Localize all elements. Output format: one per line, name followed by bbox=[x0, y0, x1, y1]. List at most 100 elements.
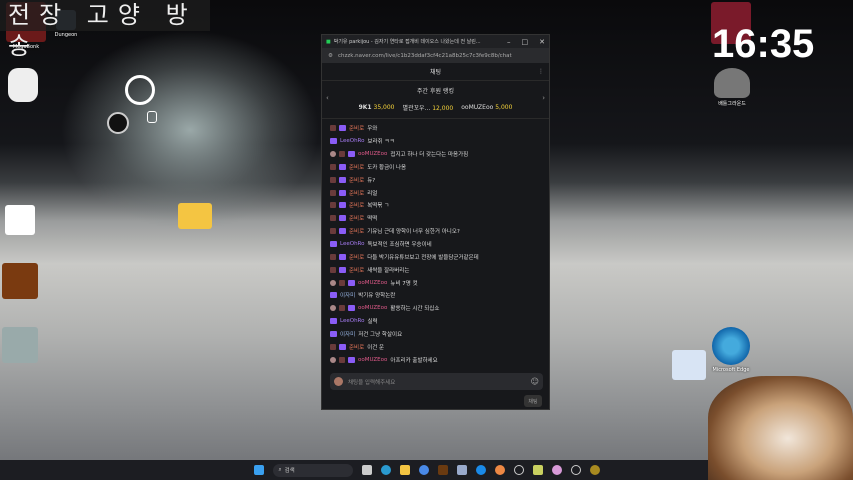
desktop-icon-app[interactable] bbox=[0, 205, 46, 235]
chat-message: ooMUZEoo 접지고 하나 더 갖는다는 마음가짐 bbox=[330, 148, 545, 161]
chat-text: 새싹을 잘라버리는 bbox=[367, 267, 410, 274]
chat-message: 준비로 우와 bbox=[330, 122, 545, 135]
chat-username[interactable]: LeeOhRo bbox=[340, 138, 365, 144]
more-icon[interactable]: ⋮ bbox=[538, 68, 544, 75]
send-button[interactable]: 채팅 bbox=[524, 395, 542, 407]
steam-icon[interactable] bbox=[456, 465, 467, 475]
app-icon[interactable] bbox=[418, 465, 429, 475]
photos-icon[interactable] bbox=[672, 350, 706, 380]
app-icon: ■ bbox=[326, 38, 331, 45]
desktop-icon-app[interactable] bbox=[0, 263, 46, 299]
app-icon[interactable] bbox=[437, 465, 448, 475]
search-icon: ⌕ bbox=[278, 466, 282, 473]
app-icon[interactable] bbox=[475, 465, 486, 475]
chat-username[interactable]: 이자미 bbox=[340, 291, 355, 299]
chat-username[interactable]: 준비로 bbox=[349, 227, 364, 235]
chat-message: LeeOhRo 독보적인 조심하면 우승이네 bbox=[330, 238, 545, 251]
chat-message: ooMUZEoo 아프리카 출발하세요 bbox=[330, 353, 545, 366]
app-icon[interactable] bbox=[551, 465, 562, 475]
chat-username[interactable]: LeeOhRo bbox=[340, 241, 365, 247]
chat-text: 박기유 양학논란 bbox=[358, 293, 396, 300]
file-explorer-icon[interactable] bbox=[399, 465, 410, 475]
chat-username[interactable]: 준비로 bbox=[349, 214, 364, 222]
chat-message: 준비로 새싹을 잘라버리는 bbox=[330, 263, 545, 276]
ranking-entry: 9K1 35,000 bbox=[358, 104, 395, 111]
url: chzzk.naver.com/live/c1b23ddaf3cf4c21a8b… bbox=[337, 52, 512, 59]
chat-title: 채팅 bbox=[429, 69, 442, 76]
chat-username[interactable]: ooMUZEoo bbox=[358, 280, 387, 286]
chat-message: 준비로 리얼 bbox=[330, 186, 545, 199]
chat-username[interactable]: 준비로 bbox=[349, 343, 364, 351]
task-view-icon[interactable] bbox=[361, 465, 372, 475]
chat-window: ■ 박기유 parkijou - 김자기 연타로 접개비 데이오스 나왔는데 전… bbox=[321, 34, 550, 410]
stream-title-overlay: 전장 고양 방송 bbox=[0, 0, 210, 60]
chat-username[interactable]: ooMUZEoo bbox=[358, 305, 387, 311]
desktop-icon-pubg[interactable]: 배틀그라운드 bbox=[706, 68, 758, 107]
chat-username[interactable]: 준비로 bbox=[349, 176, 364, 184]
donor-badge-icon bbox=[330, 279, 336, 286]
chat-username[interactable]: 이자미 bbox=[340, 330, 355, 338]
subscriber-badge-icon bbox=[330, 176, 336, 183]
heart-badge-icon bbox=[339, 215, 346, 222]
edge-icon bbox=[712, 327, 750, 365]
maximize-button[interactable]: □ bbox=[522, 38, 529, 46]
chat-message: 준비로 기유님 근데 양학이 너무 심한거 아니오? bbox=[330, 225, 545, 238]
desktop-icon-music[interactable] bbox=[0, 68, 49, 102]
chevron-left-icon[interactable]: ‹ bbox=[326, 94, 329, 102]
taskbar-search[interactable]: ⌕ 검색 bbox=[272, 463, 353, 477]
subscriber-badge-icon bbox=[339, 151, 345, 158]
emoji-icon[interactable]: ☺ bbox=[531, 377, 539, 386]
heart-badge-icon bbox=[339, 202, 346, 209]
chevron-right-icon[interactable]: › bbox=[542, 94, 545, 102]
chat-username[interactable]: ooMUZEoo bbox=[358, 357, 387, 363]
chat-username[interactable]: ooMUZEoo bbox=[358, 151, 387, 157]
media-player-icon[interactable] bbox=[513, 465, 524, 475]
address-bar[interactable]: ⚙ chzzk.naver.com/live/c1b23ddaf3cf4c21a8… bbox=[322, 48, 549, 63]
chrome-icon[interactable] bbox=[494, 465, 505, 475]
chat-text: 보라쥐 ㅋㅋ bbox=[367, 139, 395, 146]
chat-username[interactable]: 준비로 bbox=[349, 266, 364, 274]
chat-username[interactable]: 준비로 bbox=[349, 189, 364, 197]
minimize-button[interactable]: – bbox=[507, 38, 511, 46]
chat-username[interactable]: 준비로 bbox=[349, 163, 364, 171]
start-icon[interactable] bbox=[253, 465, 264, 475]
subscriber-badge-icon bbox=[339, 305, 345, 312]
chat-message: 준비로 복떡볶 ㄱ bbox=[330, 199, 545, 212]
chat-message: 준비로 이건 운 bbox=[330, 340, 545, 353]
chat-message: 준비로 떡떡 bbox=[330, 212, 545, 225]
desktop-icon-app[interactable] bbox=[0, 327, 46, 363]
edge-icon[interactable] bbox=[380, 465, 391, 475]
chat-message: 이자미 박기유 양학논란 bbox=[330, 289, 545, 302]
heart-badge-icon bbox=[348, 279, 355, 286]
chat-username[interactable]: LeeOhRo bbox=[340, 318, 365, 324]
ranking-entry: 별관꼬우... 12,000 bbox=[402, 105, 454, 112]
chat-message: 이자미 저건 그냥 학살이요 bbox=[330, 328, 545, 341]
chat-message: ooMUZEoo 뉴비 7명 컷 bbox=[330, 276, 545, 289]
trash-icon[interactable] bbox=[147, 111, 157, 123]
chat-username[interactable]: 준비로 bbox=[349, 253, 364, 261]
chat-text: 저건 그냥 학살이요 bbox=[358, 331, 403, 338]
chat-message: 준비로 도카 황금이 나옴 bbox=[330, 161, 545, 174]
close-button[interactable]: ✕ bbox=[539, 38, 545, 46]
chat-username[interactable]: 준비로 bbox=[349, 201, 364, 209]
chat-message: 준비로 듀? bbox=[330, 173, 545, 186]
chat-text: 우와 bbox=[367, 126, 378, 133]
chrome-like-icon[interactable] bbox=[125, 75, 155, 105]
app-icon[interactable] bbox=[532, 465, 543, 475]
app-icon[interactable] bbox=[589, 465, 600, 475]
site-info-icon[interactable]: ⚙ bbox=[328, 53, 333, 59]
subscriber-badge-icon bbox=[330, 189, 336, 196]
app-icon bbox=[2, 263, 38, 299]
desktop-icon-folder[interactable] bbox=[169, 203, 221, 229]
app-icon[interactable] bbox=[570, 465, 581, 475]
app-icon bbox=[2, 327, 38, 363]
chat-text: 아프리카 출발하세요 bbox=[390, 357, 438, 364]
desktop-icon-edge[interactable]: Microsoft Edge bbox=[705, 327, 757, 373]
music-app-icon bbox=[8, 68, 38, 102]
clock: 16:35 bbox=[712, 22, 815, 66]
subscriber-badge-icon bbox=[330, 343, 336, 350]
app-circle-icon[interactable] bbox=[107, 112, 129, 134]
ranking-title: 주간 후원 랭킹 bbox=[417, 88, 454, 95]
chat-input[interactable]: 채팅을 입력해주세요 ☺ bbox=[330, 373, 543, 390]
chat-username[interactable]: 준비로 bbox=[349, 124, 364, 132]
